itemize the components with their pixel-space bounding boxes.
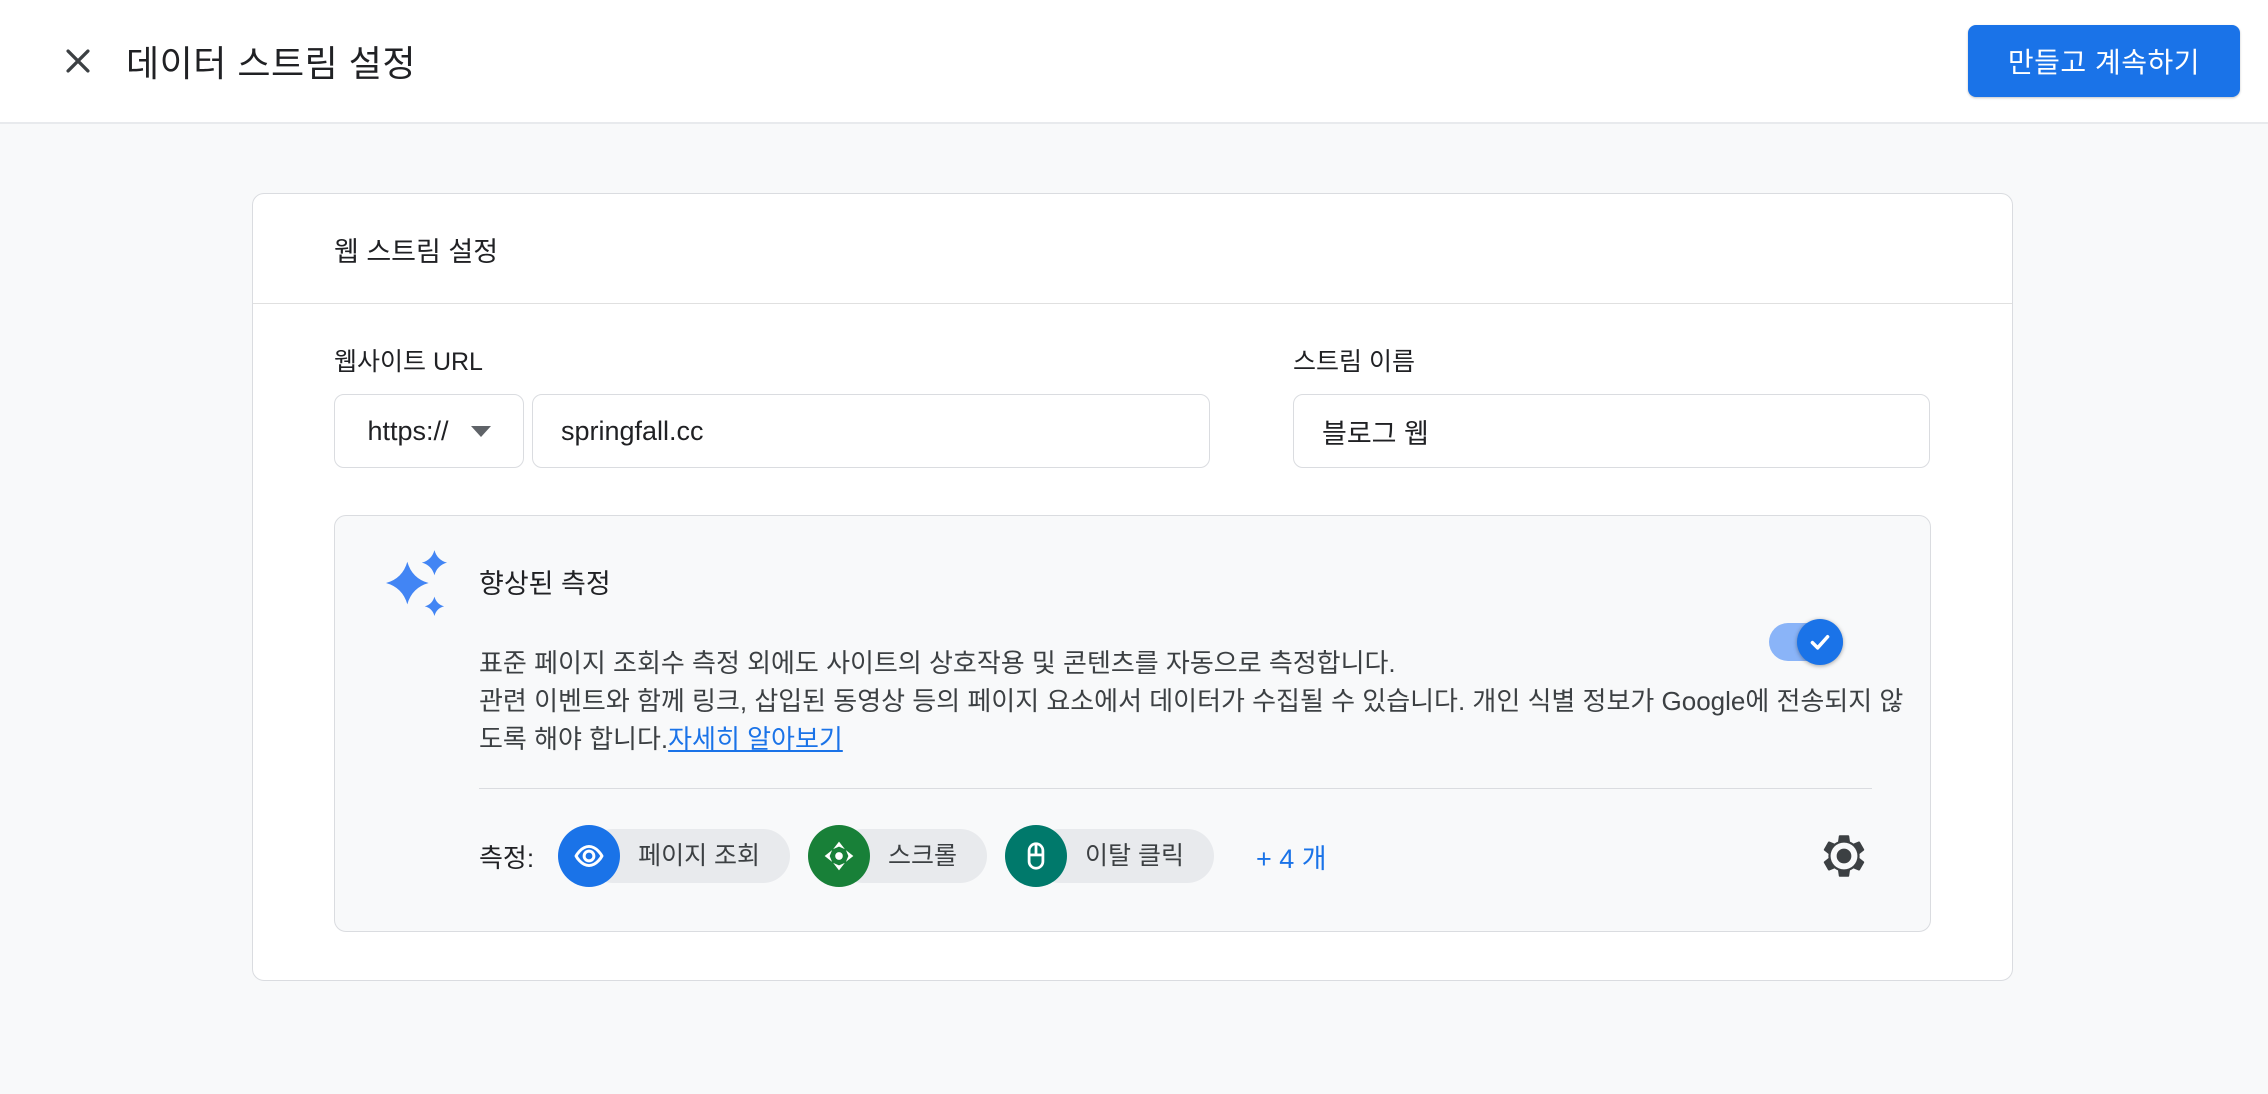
website-url-label: 웹사이트 URL [334, 342, 1210, 378]
chip-outbound-click: 이탈 클릭 [1005, 825, 1214, 887]
enhanced-measurement-toggle[interactable] [1769, 623, 1843, 661]
stream-form-row: 웹사이트 URL https:// 스트림 이름 [334, 342, 1931, 468]
divider [479, 788, 1872, 789]
stream-name-field-group: 스트림 이름 [1293, 342, 1930, 468]
chevron-down-icon [471, 426, 491, 437]
stream-name-label: 스트림 이름 [1293, 342, 1930, 378]
website-url-field-group: 웹사이트 URL https:// [334, 342, 1210, 468]
protocol-value: https:// [367, 416, 448, 447]
card-body: 웹사이트 URL https:// 스트림 이름 [253, 304, 2012, 980]
more-measurements-link[interactable]: + 4 개 [1256, 837, 1327, 876]
measurement-chips-row: 측정: 페이지 조회 [479, 825, 1872, 887]
enhanced-measurement-title: 향상된 측정 [479, 562, 611, 620]
description-line: 도록 해야 합니다.자세히 알아보기 [479, 720, 1872, 758]
gear-icon [1818, 830, 1870, 882]
pan-icon [808, 825, 870, 887]
chip-scroll: 스크롤 [808, 825, 987, 887]
website-url-input-group: https:// [334, 394, 1210, 468]
learn-more-link[interactable]: 자세히 알아보기 [668, 724, 843, 754]
eye-icon [558, 825, 620, 887]
page-title: 데이터 스트림 설정 [126, 35, 416, 87]
mouse-icon [1005, 825, 1067, 887]
web-stream-card: 웹 스트림 설정 웹사이트 URL https:// 스트림 이름 [252, 193, 2013, 981]
website-url-input[interactable] [532, 394, 1210, 468]
description-line: 표준 페이지 조회수 측정 외에도 사이트의 상호작용 및 콘텐츠를 자동으로 … [479, 644, 1872, 682]
description-line-text: 도록 해야 합니다. [479, 724, 668, 754]
close-button[interactable] [58, 41, 98, 81]
close-icon [61, 44, 95, 78]
create-and-continue-button[interactable]: 만들고 계속하기 [1968, 25, 2240, 97]
enhanced-measurement-box: 향상된 측정 표준 페이지 조회수 측정 외에도 사이트의 상호작용 및 콘텐츠… [334, 515, 1931, 932]
sparkle-icon [386, 546, 448, 620]
chip-page-view: 페이지 조회 [558, 825, 790, 887]
toggle-thumb-checked [1797, 619, 1843, 665]
dialog-header: 데이터 스트림 설정 만들고 계속하기 [0, 0, 2268, 124]
measurement-settings-button[interactable] [1816, 828, 1872, 884]
card-section-title: 웹 스트림 설정 [253, 194, 2012, 304]
description-line: 관련 이벤트와 함께 링크, 삽입된 동영상 등의 페이지 요소에서 데이터가 … [479, 682, 1872, 720]
enhanced-measurement-header: 향상된 측정 [386, 546, 1872, 620]
protocol-select[interactable]: https:// [334, 394, 524, 468]
page-content: 웹 스트림 설정 웹사이트 URL https:// 스트림 이름 [0, 124, 2268, 981]
enhanced-measurement-description: 표준 페이지 조회수 측정 외에도 사이트의 상호작용 및 콘텐츠를 자동으로 … [479, 644, 1872, 758]
stream-name-input[interactable] [1293, 394, 1930, 468]
measure-label: 측정: [479, 838, 534, 875]
